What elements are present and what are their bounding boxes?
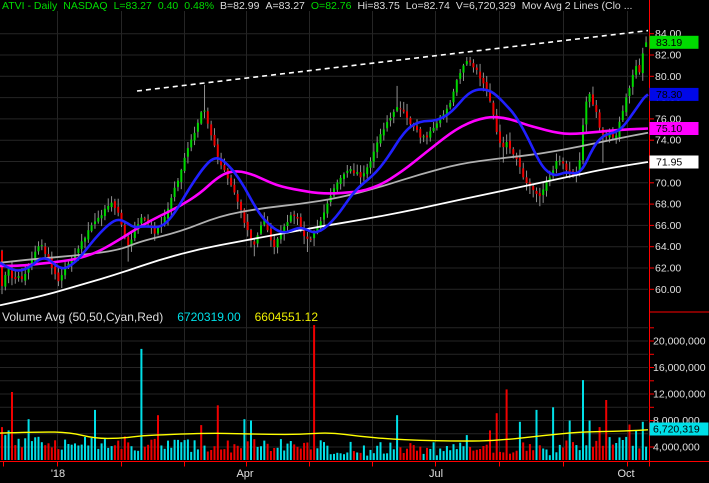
volume-indicator-header: Volume Avg (50,50,Cyan,Red) 6720319.00 660… [2,311,646,324]
chart-canvas[interactable]: 84.0082.0080.0078.0076.0074.0072.0070.00… [0,0,709,483]
price-pane[interactable] [0,11,648,311]
volume-avg-value: 6604551.12 [254,311,319,324]
volume-pane[interactable] [0,325,648,460]
time-axis-gutter[interactable] [0,462,709,483]
volume-indicator-value: 6720319.00 [177,311,241,324]
chart-window: ATVI - Daily NASDAQ L=83.27 0.40 0.48% B=82.9… [0,0,709,483]
price-axis-gutter[interactable] [649,0,709,461]
volume-indicator-label: Volume Avg (50,50,Cyan,Red) [2,311,164,324]
